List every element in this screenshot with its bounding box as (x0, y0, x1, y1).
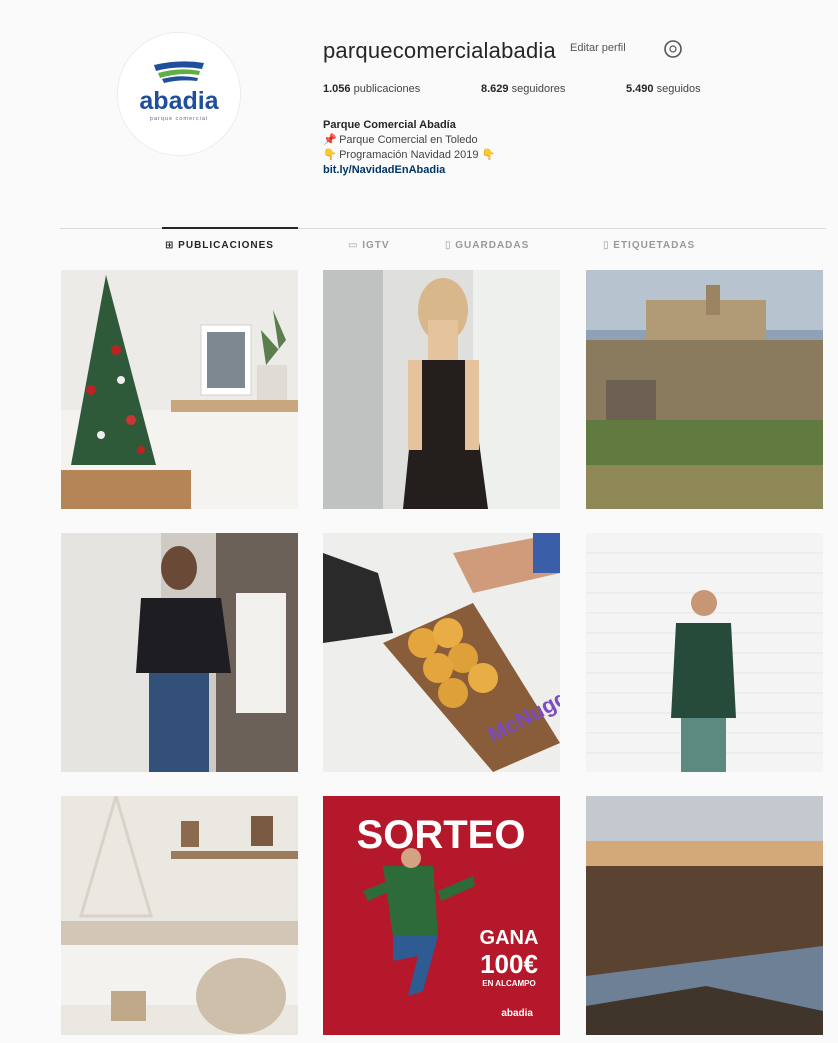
post-nuggets[interactable]: McNuggets (323, 533, 560, 772)
svg-text:SORTEO: SORTEO (357, 813, 526, 857)
svg-text:abadia: abadia (501, 1008, 533, 1019)
pin-icon: 📌 (323, 134, 337, 146)
svg-text:GANA: GANA (480, 927, 539, 949)
bio-location-text: Parque Comercial en Toledo (339, 134, 478, 146)
followers-number: 8.629 (481, 83, 509, 95)
posts-count[interactable]: 1.056 publicaciones (323, 83, 420, 95)
tab-etiquetadas[interactable]: ▯ ETIQUETADAS (603, 240, 695, 251)
dining-table-image (61, 796, 298, 1035)
tab-publicaciones[interactable]: ⊞ PUBLICACIONES (165, 240, 274, 251)
profile-header: abadia parque comercial parquecomerciala… (0, 0, 838, 225)
svg-text:parque comercial: parque comercial (150, 116, 208, 122)
profile-bio: Parque Comercial Abadía 📌 Parque Comerci… (323, 118, 495, 178)
profile-avatar[interactable]: abadia parque comercial (118, 33, 240, 155)
post-woman-sweater[interactable] (61, 533, 298, 772)
svg-text:abadia: abadia (139, 87, 219, 115)
settings-icon[interactable] (662, 38, 684, 60)
post-toledo-alcazar[interactable] (586, 270, 823, 509)
bio-line-program: 👇 Programación Navidad 2019 👇 (323, 148, 495, 163)
grid-icon: ⊞ (165, 240, 179, 251)
tab-guardadas[interactable]: ▯ GUARDADAS (445, 240, 529, 251)
tab-publicaciones-label: PUBLICACIONES (178, 240, 274, 251)
following-number: 5.490 (626, 83, 654, 95)
christmas-tree-image (61, 270, 298, 509)
tag-icon: ▯ (603, 240, 614, 251)
bio-program-text: Programación Navidad 2019 (339, 149, 479, 161)
bookmark-icon: ▯ (445, 240, 456, 251)
svg-text:EN ALCAMPO: EN ALCAMPO (482, 979, 535, 988)
man-sweater-image (586, 533, 823, 772)
post-woman-dress[interactable] (323, 270, 560, 509)
bio-name: Parque Comercial Abadía (323, 119, 456, 131)
woman-dress-image (323, 270, 560, 509)
followers-count[interactable]: 8.629 seguidores (481, 83, 565, 95)
abadia-logo: abadia parque comercial (118, 33, 240, 155)
nuggets-image: McNuggets (323, 533, 560, 772)
svg-text:100€: 100€ (480, 949, 538, 979)
tab-igtv[interactable]: ▭ IGTV (348, 240, 390, 251)
post-sorteo-promo[interactable]: SORTEO GANA 100€ EN ALCAMPO abadia (323, 796, 560, 1035)
toledo-alcazar-image (586, 270, 823, 509)
post-man-sweater[interactable] (586, 533, 823, 772)
profile-username: parquecomercialabadia (323, 38, 556, 63)
post-christmas-tree[interactable] (61, 270, 298, 509)
edit-profile-button[interactable]: Editar perfil (566, 40, 630, 56)
tab-guardadas-label: GUARDADAS (455, 240, 530, 251)
tab-igtv-label: IGTV (362, 240, 390, 251)
active-tab-indicator (162, 227, 298, 229)
posts-label: publicaciones (353, 83, 421, 95)
post-toledo-panorama[interactable] (586, 796, 823, 1035)
bio-line-location: 📌 Parque Comercial en Toledo (323, 133, 495, 148)
hand-icon-2: 👇 (481, 149, 496, 161)
woman-sweater-image (61, 533, 298, 772)
followers-label: seguidores (511, 83, 566, 95)
posts-number: 1.056 (323, 83, 351, 95)
following-label: seguidos (656, 83, 701, 95)
bio-link[interactable]: bit.ly/NavidadEnAbadia (323, 163, 495, 178)
toledo-panorama-image (586, 796, 823, 1035)
sorteo-promo-image: SORTEO GANA 100€ EN ALCAMPO abadia (323, 796, 560, 1035)
tab-etiquetadas-label: ETIQUETADAS (613, 240, 696, 251)
igtv-icon: ▭ (348, 240, 363, 251)
following-count[interactable]: 5.490 seguidos (626, 83, 701, 95)
post-dining-table[interactable] (61, 796, 298, 1035)
hand-icon: 👇 (323, 149, 337, 161)
